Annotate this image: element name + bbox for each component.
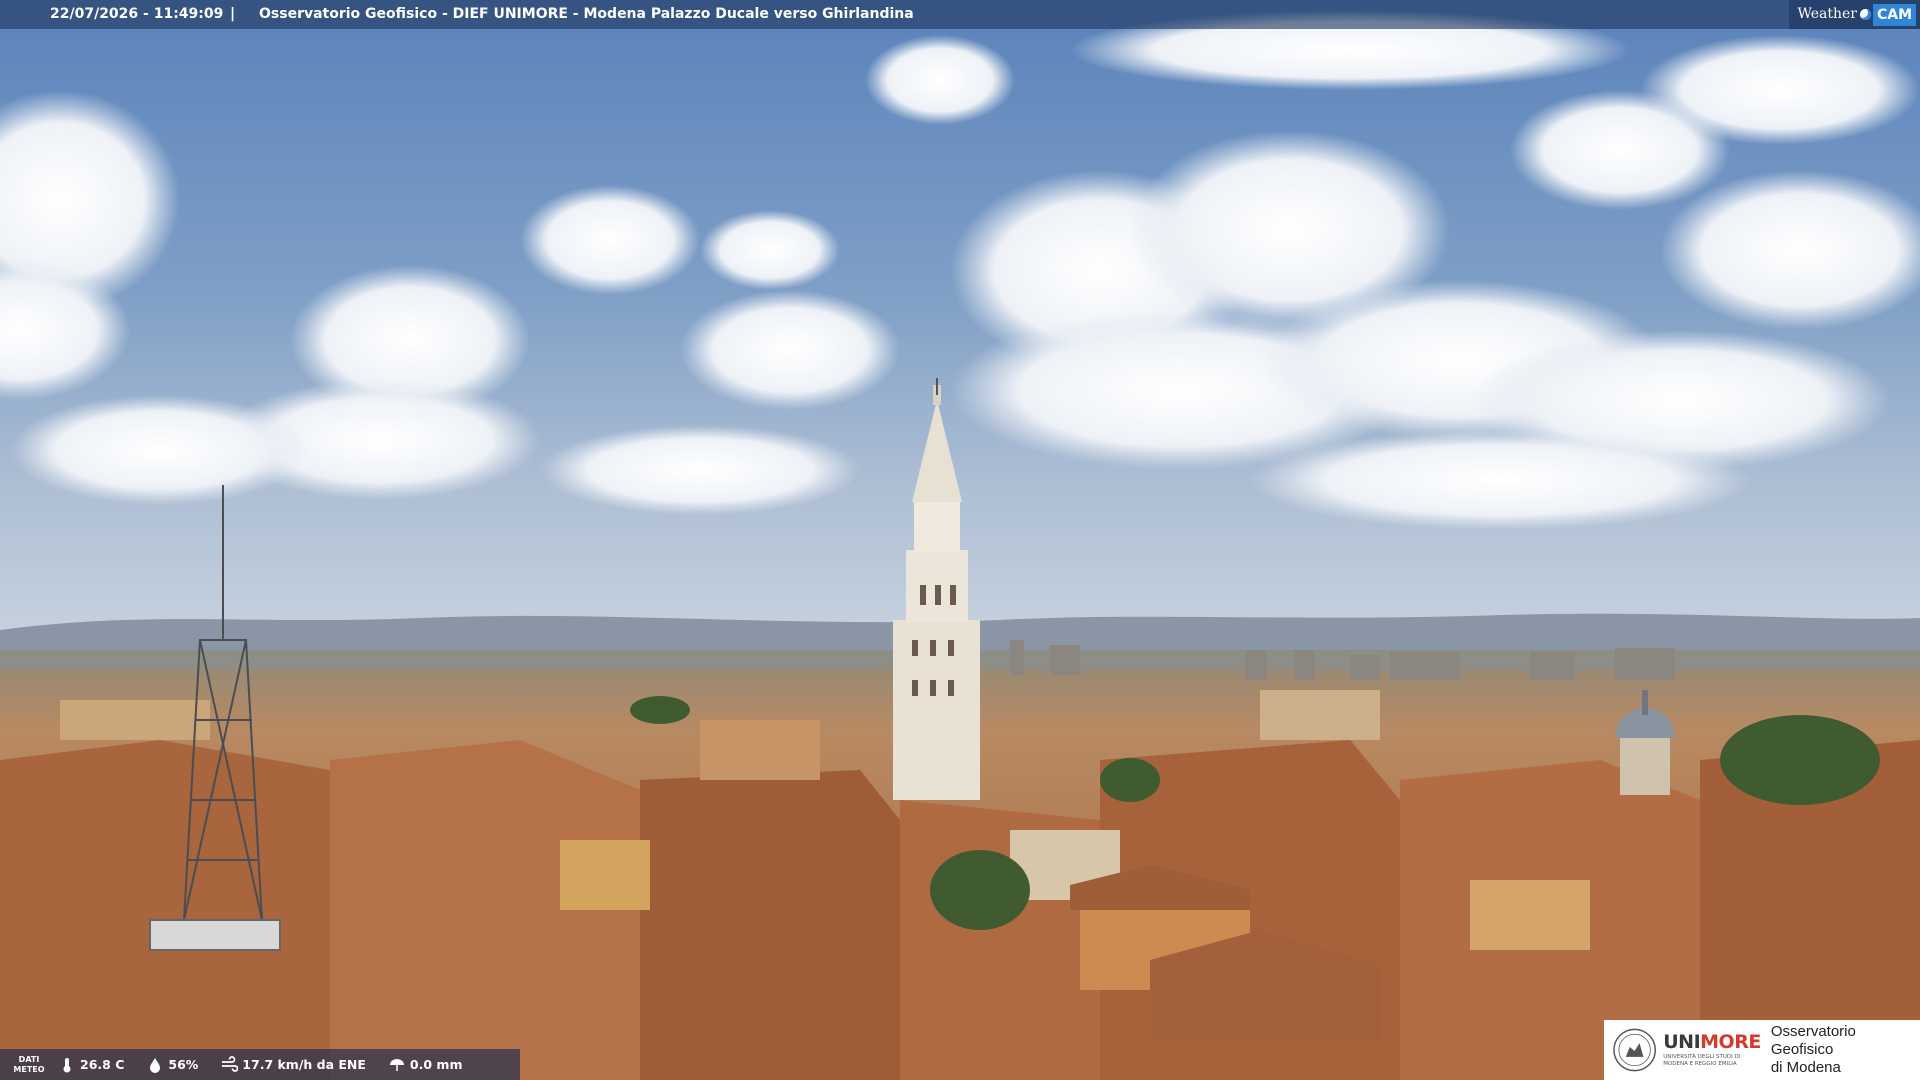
wind-readout: 17.7 km/h da ENE: [220, 1055, 366, 1074]
observatory-name: Osservatorio Geofisico di Modena: [1770, 1023, 1856, 1076]
weathercam-weather-text: Weather: [1797, 6, 1857, 22]
unimore-observatory-logo: UNIMORE UNIVERSITÀ DEGLI STUDI DI MODENA…: [1604, 1020, 1920, 1080]
weather-data-bar: DATI METEO 26.8 C 56% 17.7 km/h da ENE 0…: [0, 1049, 520, 1080]
camera-caption: Osservatorio Geofisico - DIEF UNIMORE - …: [259, 6, 914, 22]
unimore-seal-icon: [1613, 1028, 1657, 1072]
caption-separator: |: [230, 6, 236, 22]
city-panorama: [0, 0, 1920, 1080]
thermometer-icon: [63, 1057, 71, 1072]
weathercam-cam-text: CAM: [1872, 3, 1916, 26]
humidity-drop-icon: [150, 1057, 161, 1073]
wind-icon: [222, 1055, 239, 1072]
temperature-readout: 26.8 C: [58, 1056, 124, 1074]
humidity-readout: 56%: [146, 1056, 198, 1074]
overlay-top-bar: 22/07/2026 - 11:49:09 | Osservatorio Geo…: [0, 0, 1920, 29]
dati-meteo-label: DATI METEO: [13, 1054, 45, 1074]
unimore-wordmark: UNIMORE UNIVERSITÀ DEGLI STUDI DI MODENA…: [1663, 1030, 1761, 1067]
timestamp: 22/07/2026 - 11:49:09: [50, 6, 224, 22]
rain-icon: [389, 1058, 404, 1071]
weathercam-logo: Weather CAM: [1789, 0, 1920, 29]
webcam-frame: 22/07/2026 - 11:49:09 | Osservatorio Geo…: [0, 0, 1920, 1080]
rain-readout: 0.0 mm: [388, 1056, 462, 1074]
weathercam-dot-icon: [1859, 9, 1871, 20]
